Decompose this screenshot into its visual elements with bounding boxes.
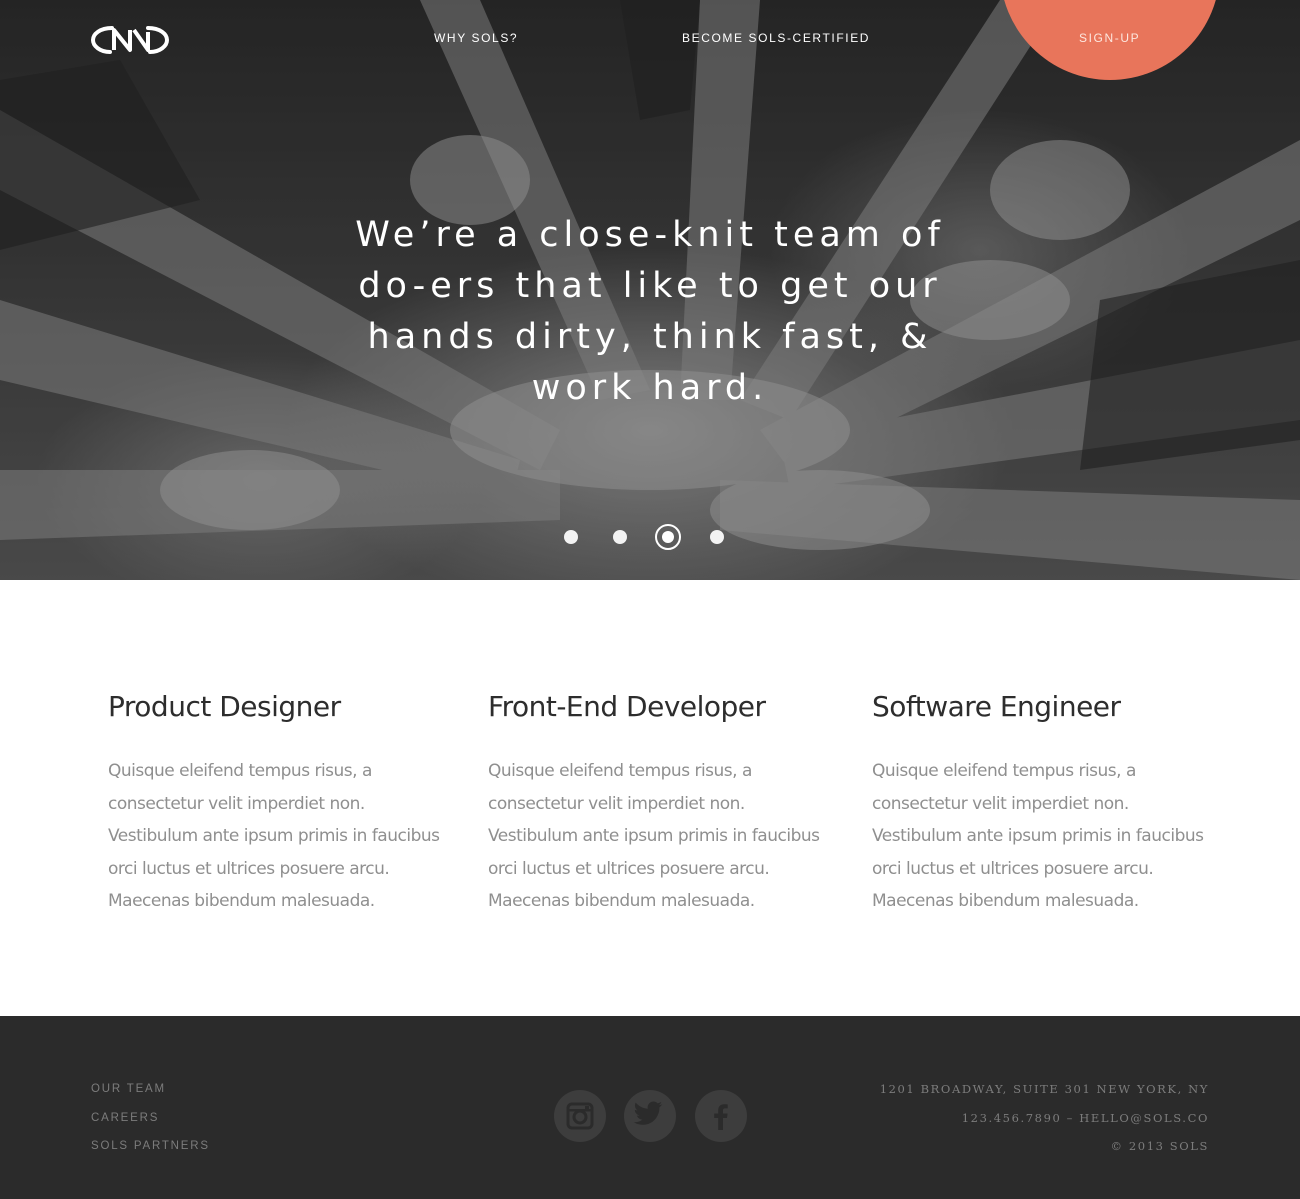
footer-contact: 1201 BROADWAY, SUITE 301 NEW YORK, NY 12… <box>880 1075 1209 1161</box>
signup-label[interactable]: SIGN-UP <box>1079 31 1140 45</box>
instagram-icon[interactable] <box>554 1090 606 1142</box>
footer: OUR TEAM CAREERS SOLS PARTNERS 1201 BROA… <box>0 1016 1300 1199</box>
job-card: Product Designer Quisque eleifend tempus… <box>108 688 448 918</box>
nav-become-certified[interactable]: BECOME SOLS-CERTIFIED <box>682 31 870 45</box>
slider-dot-2[interactable] <box>613 530 627 544</box>
job-description: Quisque eleifend tempus risus, a consect… <box>872 761 1204 911</box>
footer-address: 1201 BROADWAY, SUITE 301 NEW YORK, NY <box>879 1082 1209 1096</box>
job-title[interactable]: Software Engineer <box>872 688 1212 726</box>
slider-dot-3-active[interactable] <box>655 524 681 550</box>
hero-banner: WHY SOLS? BECOME SOLS-CERTIFIED SIGN-UP … <box>0 0 1300 580</box>
footer-link-sols-partners[interactable]: SOLS PARTNERS <box>91 1132 210 1161</box>
job-title[interactable]: Front-End Developer <box>488 688 828 726</box>
twitter-icon[interactable] <box>624 1090 676 1142</box>
footer-link-our-team[interactable]: OUR TEAM <box>91 1075 210 1104</box>
footer-copyright: © 2013 SOLS <box>1110 1139 1209 1153</box>
sols-logo[interactable] <box>90 22 170 58</box>
hero-tagline: We’re a close-knit team of do-ers that l… <box>355 215 945 408</box>
footer-nav: OUR TEAM CAREERS SOLS PARTNERS <box>91 1075 210 1161</box>
slider-dot-1[interactable] <box>564 530 578 544</box>
slider-pagination <box>560 524 740 550</box>
nav-why-sols[interactable]: WHY SOLS? <box>434 31 518 45</box>
job-card: Software Engineer Quisque eleifend tempu… <box>872 688 1212 918</box>
facebook-icon[interactable] <box>695 1090 747 1142</box>
footer-phone-email[interactable]: 123.456.7890 – HELLO@SOLS.CO <box>880 1104 1209 1133</box>
job-description: Quisque eleifend tempus risus, a consect… <box>108 761 440 911</box>
job-description: Quisque eleifend tempus risus, a consect… <box>488 761 820 911</box>
job-card: Front-End Developer Quisque eleifend tem… <box>488 688 828 918</box>
footer-link-careers[interactable]: CAREERS <box>91 1104 210 1133</box>
job-title[interactable]: Product Designer <box>108 688 448 726</box>
slider-dot-4[interactable] <box>710 530 724 544</box>
